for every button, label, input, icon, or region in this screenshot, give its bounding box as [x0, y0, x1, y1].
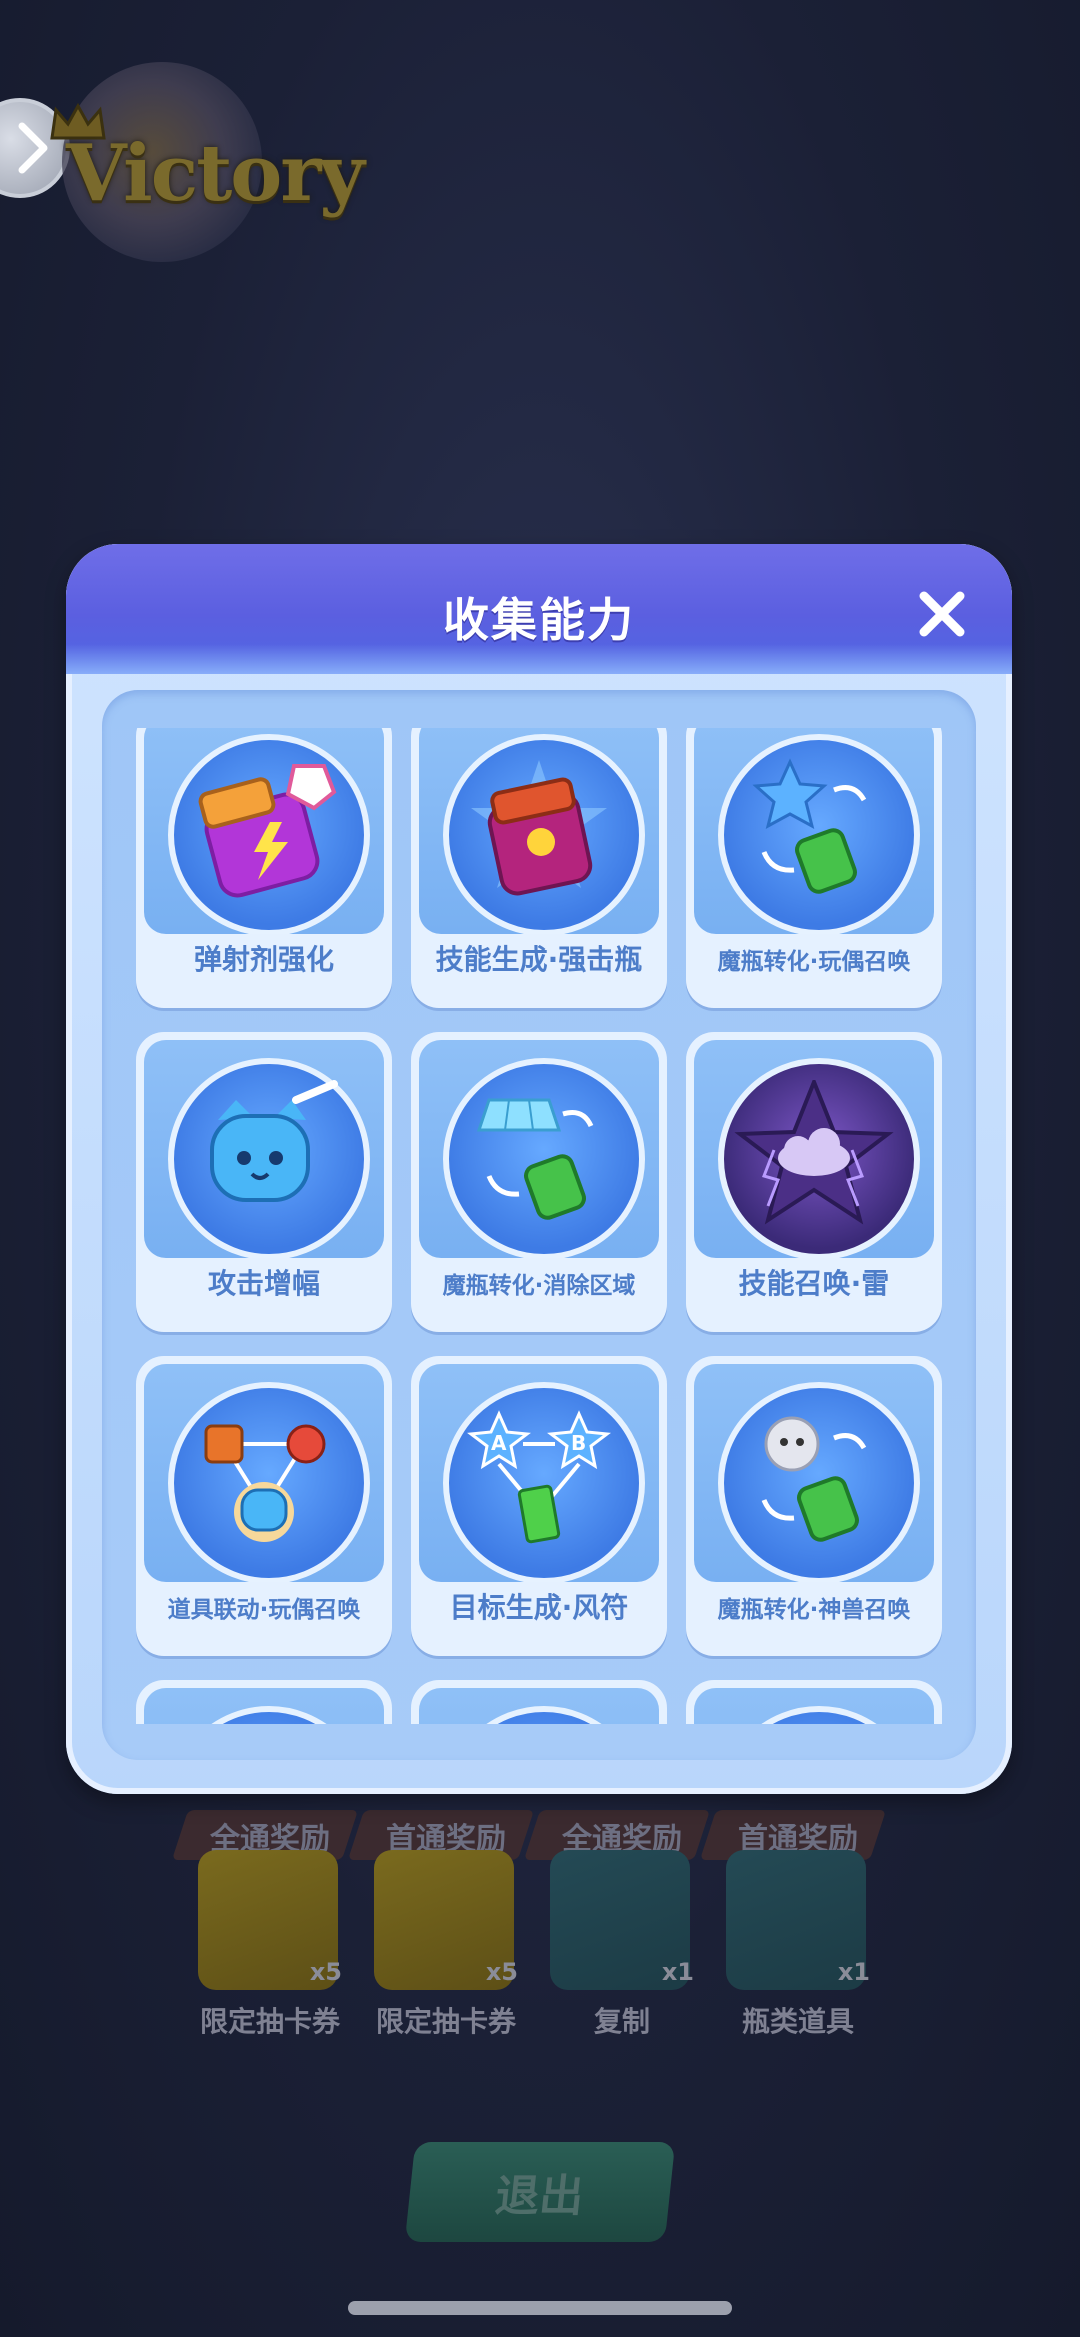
reward-name: 瓶类道具	[741, 2005, 854, 2038]
reward-name: 限定抽卡券	[199, 2005, 340, 2038]
ability-card[interactable]: 技能召唤·雷	[686, 1032, 942, 1332]
ability-grid[interactable]: 弹射剂强化 技能生成·强击瓶 魔瓶转化·玩偶召唤 攻击增幅 魔瓶转化·消除区域 …	[102, 728, 976, 1724]
ability-label: 目标生成·风符	[449, 1591, 629, 1624]
partial-card-icon	[443, 1706, 645, 1724]
bottle-area-convert-icon	[476, 1098, 594, 1220]
ability-card[interactable]	[136, 1680, 392, 1724]
magenta-bottle-icon	[471, 760, 607, 896]
reward-name: 复制	[593, 2005, 650, 2038]
item-link-doll-icon	[204, 1424, 326, 1542]
bottle-beast-convert-icon	[761, 1416, 867, 1542]
bottle-doll-convert-icon	[752, 758, 867, 894]
ability-card[interactable]	[686, 1680, 942, 1724]
ability-label: 技能生成·强击瓶	[435, 943, 643, 976]
modal-title: 收集能力	[443, 593, 635, 647]
thunder-cloud-star-icon	[734, 1080, 894, 1225]
wind-charm-ab-icon: A B	[467, 1410, 611, 1544]
ability-label: 魔瓶转化·消除区域	[442, 1273, 636, 1299]
ability-card[interactable]: 魔瓶转化·消除区域	[411, 1032, 667, 1332]
ability-card[interactable]: 魔瓶转化·玩偶召唤	[686, 728, 942, 1008]
reward-count: x5	[309, 1958, 342, 1986]
exit-button[interactable]: 退出	[404, 2142, 676, 2242]
reward-list: 全通奖励 x5 限定抽卡券 首通奖励 x5 限定抽卡券 全通奖励 x1 复制 首…	[171, 1810, 910, 2050]
ability-label: 弹射剂强化	[193, 943, 334, 976]
ability-card[interactable]: 道具联动·玩偶召唤	[136, 1356, 392, 1656]
purple-bottle-lightning-icon	[198, 764, 337, 898]
close-button[interactable]	[912, 584, 972, 644]
ability-label: 道具联动·玩偶召唤	[167, 1597, 361, 1623]
ability-label: 魔瓶转化·神兽召唤	[717, 1597, 911, 1623]
ability-label: 技能召唤·雷	[738, 1267, 890, 1300]
close-icon	[919, 591, 965, 637]
victory-logo: Victory	[66, 128, 365, 219]
ability-card[interactable]: 弹射剂强化	[136, 728, 392, 1008]
reward-name: 限定抽卡券	[375, 2005, 516, 2038]
reward-count: x1	[661, 1958, 694, 1986]
collect-ability-modal: 收集能力 弹射剂强化 技能生成·强击瓶 魔瓶转化·玩偶召唤 攻击增幅 魔瓶转化·…	[66, 544, 1012, 1794]
ability-panel: 弹射剂强化 技能生成·强击瓶 魔瓶转化·玩偶召唤 攻击增幅 魔瓶转化·消除区域 …	[102, 690, 976, 1760]
reward-count: x5	[485, 1958, 518, 1986]
modal-header: 收集能力	[66, 544, 1012, 674]
partial-card-icon	[718, 1706, 920, 1724]
ability-label: 攻击增幅	[207, 1267, 320, 1300]
svg-text:B: B	[571, 1431, 586, 1455]
ability-card[interactable]: A B 目标生成·风符	[411, 1356, 667, 1656]
blue-doll-sword-icon	[210, 1080, 338, 1202]
partial-card-icon	[168, 1706, 370, 1724]
ability-card[interactable]	[411, 1680, 667, 1724]
ability-card[interactable]: 攻击增幅	[136, 1032, 392, 1332]
reward-count: x1	[837, 1958, 870, 1986]
ability-label: 魔瓶转化·玩偶召唤	[717, 949, 911, 975]
ability-card[interactable]: 魔瓶转化·神兽召唤	[686, 1356, 942, 1656]
svg-text:A: A	[491, 1431, 507, 1455]
home-indicator[interactable]	[348, 2301, 732, 2315]
ability-card[interactable]: 技能生成·强击瓶	[411, 728, 667, 1008]
